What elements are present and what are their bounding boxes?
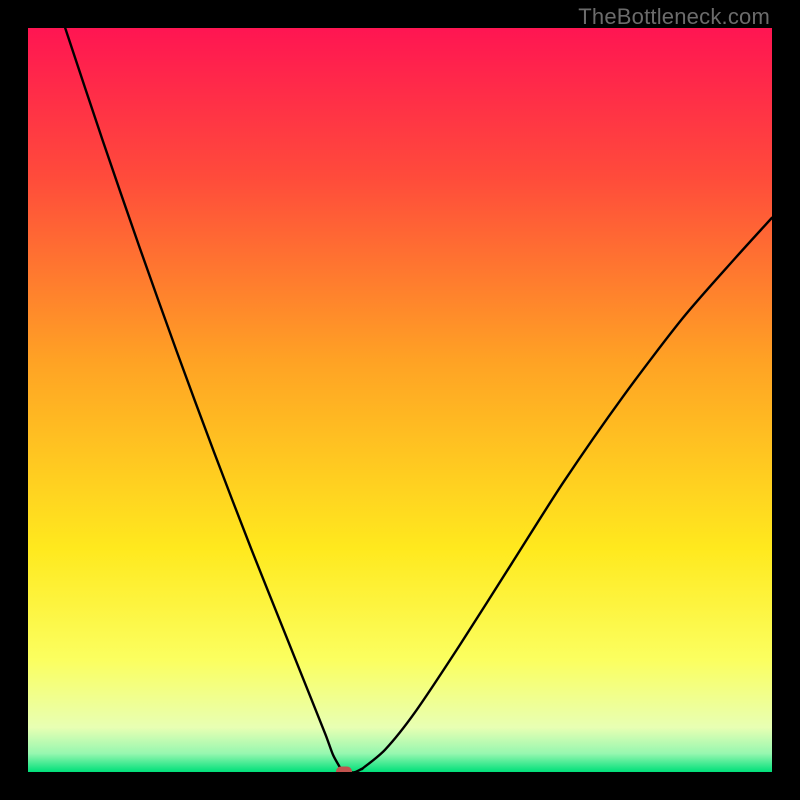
plot-svg	[28, 28, 772, 772]
optimal-point-marker	[336, 767, 352, 773]
gradient-bg	[28, 28, 772, 772]
chart-frame: TheBottleneck.com	[0, 0, 800, 800]
plot-area	[28, 28, 772, 772]
watermark-text: TheBottleneck.com	[578, 4, 770, 30]
